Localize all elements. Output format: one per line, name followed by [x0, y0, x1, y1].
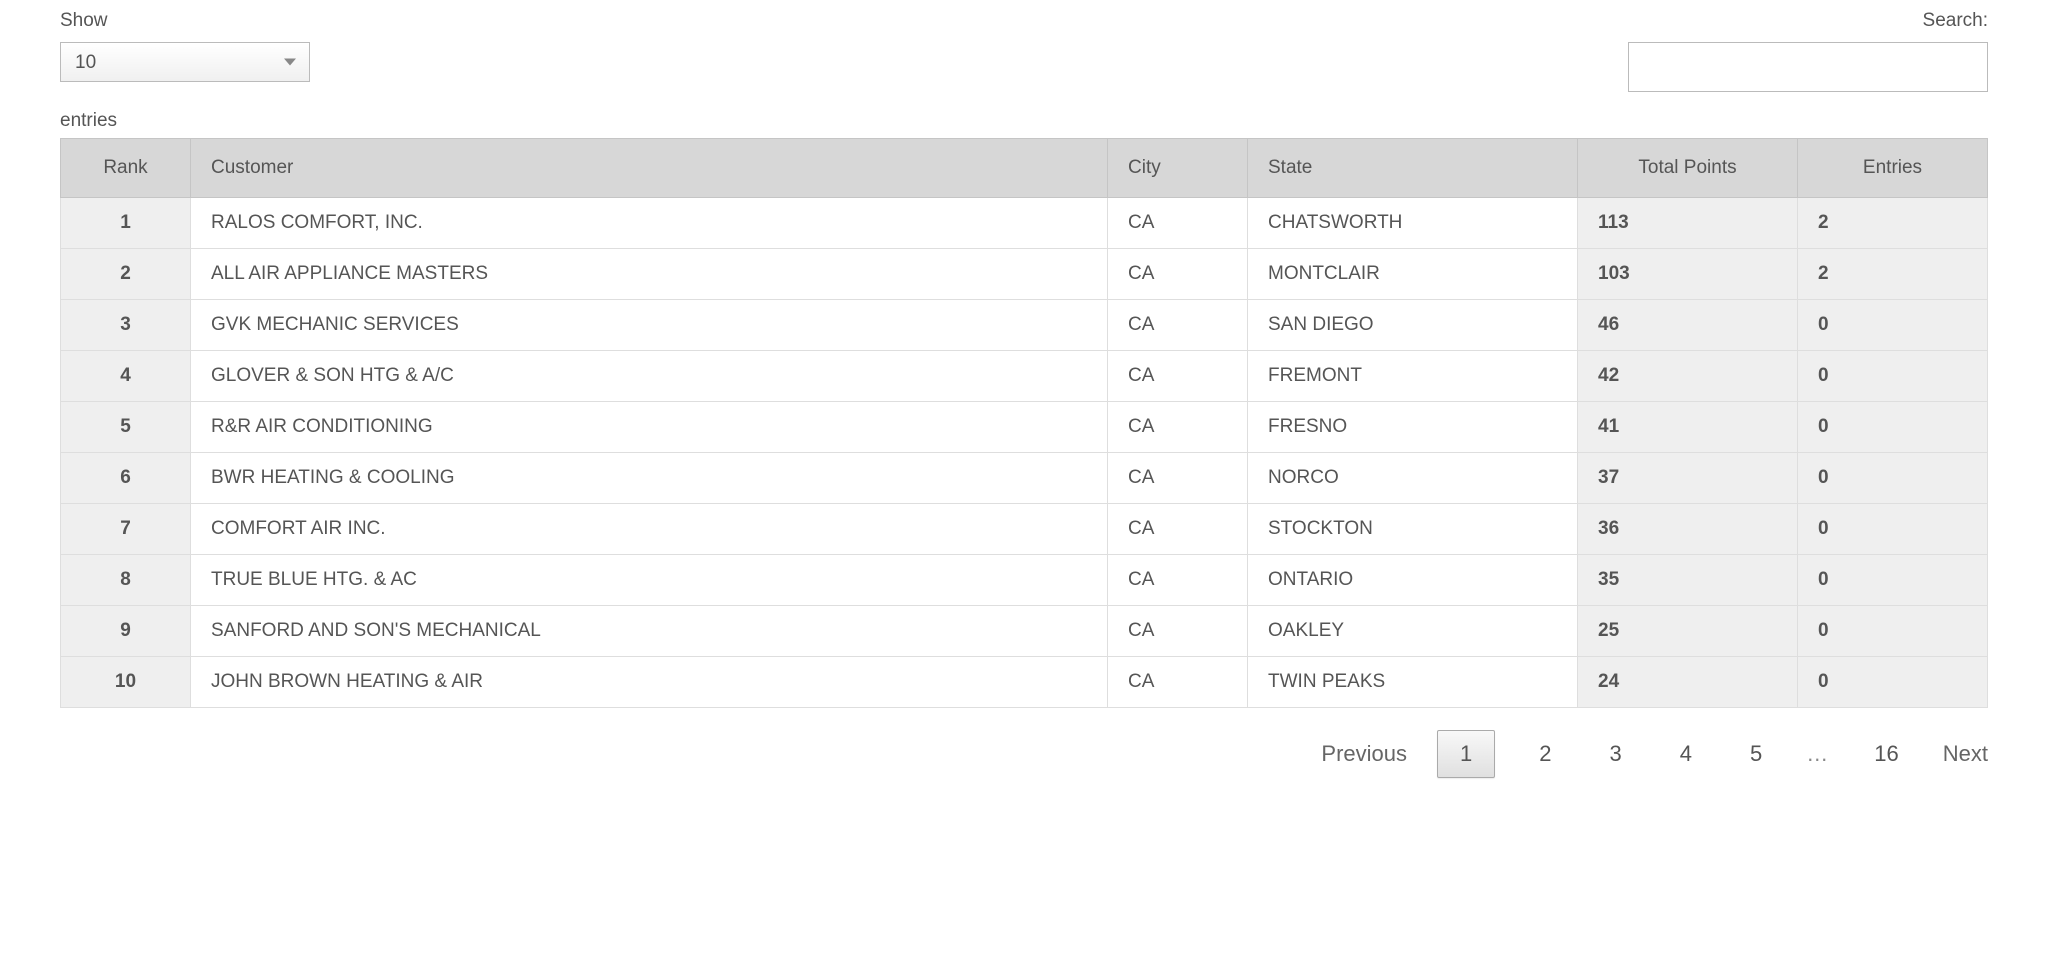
cell-entries[interactable]: 0: [1798, 453, 1988, 504]
cell-customer: BWR HEATING & COOLING: [191, 453, 1108, 504]
cell-entries[interactable]: 2: [1798, 198, 1988, 249]
table-row: 6BWR HEATING & COOLINGCANORCO370: [61, 453, 1988, 504]
cell-state: FRESNO: [1248, 402, 1578, 453]
pagination-next[interactable]: Next: [1943, 741, 1988, 767]
cell-entries[interactable]: 0: [1798, 300, 1988, 351]
cell-city: CA: [1108, 402, 1248, 453]
table-row: 10JOHN BROWN HEATING & AIRCATWIN PEAKS24…: [61, 657, 1988, 708]
cell-customer: JOHN BROWN HEATING & AIR: [191, 657, 1108, 708]
cell-rank: 10: [61, 657, 191, 708]
table-row: 3GVK MECHANIC SERVICESCASAN DIEGO460: [61, 300, 1988, 351]
cell-city: CA: [1108, 555, 1248, 606]
cell-rank: 5: [61, 402, 191, 453]
cell-total-points[interactable]: 41: [1578, 402, 1798, 453]
cell-rank: 1: [61, 198, 191, 249]
search-input[interactable]: [1628, 42, 1988, 92]
cell-entries[interactable]: 0: [1798, 606, 1988, 657]
cell-total-points[interactable]: 25: [1578, 606, 1798, 657]
table-row: 7COMFORT AIR INC.CASTOCKTON360: [61, 504, 1988, 555]
cell-customer: GVK MECHANIC SERVICES: [191, 300, 1108, 351]
show-select-wrap: 10: [60, 42, 310, 82]
table-row: 5R&R AIR CONDITIONINGCAFRESNO410: [61, 402, 1988, 453]
cell-rank: 4: [61, 351, 191, 402]
pagination-page-1[interactable]: 1: [1437, 730, 1495, 778]
cell-rank: 2: [61, 249, 191, 300]
col-header-entries[interactable]: Entries: [1798, 139, 1988, 198]
cell-rank: 9: [61, 606, 191, 657]
cell-total-points[interactable]: 36: [1578, 504, 1798, 555]
col-header-city[interactable]: City: [1108, 139, 1248, 198]
table-header-row: Rank Customer City State Total Points En…: [61, 139, 1988, 198]
cell-city: CA: [1108, 198, 1248, 249]
col-header-rank[interactable]: Rank: [61, 139, 191, 198]
cell-total-points[interactable]: 46: [1578, 300, 1798, 351]
cell-state: OAKLEY: [1248, 606, 1578, 657]
table-row: 1RALOS COMFORT, INC.CACHATSWORTH1132: [61, 198, 1988, 249]
cell-city: CA: [1108, 504, 1248, 555]
pagination-page-16[interactable]: 16: [1860, 733, 1912, 775]
cell-customer: RALOS COMFORT, INC.: [191, 198, 1108, 249]
pagination-page-2[interactable]: 2: [1525, 733, 1565, 775]
data-table: Rank Customer City State Total Points En…: [60, 138, 1988, 708]
table-row: 9SANFORD AND SON'S MECHANICALCAOAKLEY250: [61, 606, 1988, 657]
pagination-page-5[interactable]: 5: [1736, 733, 1776, 775]
cell-customer: R&R AIR CONDITIONING: [191, 402, 1108, 453]
cell-entries[interactable]: 0: [1798, 504, 1988, 555]
cell-entries[interactable]: 0: [1798, 402, 1988, 453]
cell-customer: COMFORT AIR INC.: [191, 504, 1108, 555]
cell-entries[interactable]: 2: [1798, 249, 1988, 300]
cell-total-points[interactable]: 35: [1578, 555, 1798, 606]
cell-rank: 7: [61, 504, 191, 555]
cell-state: FREMONT: [1248, 351, 1578, 402]
cell-entries[interactable]: 0: [1798, 555, 1988, 606]
cell-city: CA: [1108, 657, 1248, 708]
cell-customer: ALL AIR APPLIANCE MASTERS: [191, 249, 1108, 300]
cell-state: MONTCLAIR: [1248, 249, 1578, 300]
cell-total-points[interactable]: 24: [1578, 657, 1798, 708]
entries-text: entries: [60, 110, 1988, 132]
cell-total-points[interactable]: 42: [1578, 351, 1798, 402]
col-header-state[interactable]: State: [1248, 139, 1578, 198]
table-row: 2ALL AIR APPLIANCE MASTERSCAMONTCLAIR103…: [61, 249, 1988, 300]
table-row: 4GLOVER & SON HTG & A/CCAFREMONT420: [61, 351, 1988, 402]
cell-total-points[interactable]: 103: [1578, 249, 1798, 300]
cell-customer: SANFORD AND SON'S MECHANICAL: [191, 606, 1108, 657]
cell-state: SAN DIEGO: [1248, 300, 1578, 351]
cell-city: CA: [1108, 453, 1248, 504]
cell-city: CA: [1108, 606, 1248, 657]
table-row: 8TRUE BLUE HTG. & ACCAONTARIO350: [61, 555, 1988, 606]
cell-state: CHATSWORTH: [1248, 198, 1578, 249]
pagination: Previous 12345 … 16 Next: [60, 730, 1988, 778]
cell-city: CA: [1108, 249, 1248, 300]
col-header-customer[interactable]: Customer: [191, 139, 1108, 198]
pagination-ellipsis: …: [1806, 741, 1830, 767]
cell-city: CA: [1108, 351, 1248, 402]
show-label: Show: [60, 10, 310, 32]
pagination-page-4[interactable]: 4: [1666, 733, 1706, 775]
cell-entries[interactable]: 0: [1798, 657, 1988, 708]
cell-state: TWIN PEAKS: [1248, 657, 1578, 708]
cell-total-points[interactable]: 37: [1578, 453, 1798, 504]
pagination-page-3[interactable]: 3: [1596, 733, 1636, 775]
cell-state: STOCKTON: [1248, 504, 1578, 555]
search-label: Search:: [1923, 10, 1988, 32]
cell-city: CA: [1108, 300, 1248, 351]
search-control: Search:: [1628, 10, 1988, 92]
show-entries-select[interactable]: 10: [60, 42, 310, 82]
show-entries-control: Show 10: [60, 10, 310, 82]
cell-total-points[interactable]: 113: [1578, 198, 1798, 249]
pagination-previous[interactable]: Previous: [1321, 741, 1407, 767]
cell-entries[interactable]: 0: [1798, 351, 1988, 402]
cell-rank: 3: [61, 300, 191, 351]
cell-customer: TRUE BLUE HTG. & AC: [191, 555, 1108, 606]
cell-customer: GLOVER & SON HTG & A/C: [191, 351, 1108, 402]
cell-state: ONTARIO: [1248, 555, 1578, 606]
cell-rank: 6: [61, 453, 191, 504]
cell-rank: 8: [61, 555, 191, 606]
col-header-total-points[interactable]: Total Points: [1578, 139, 1798, 198]
cell-state: NORCO: [1248, 453, 1578, 504]
